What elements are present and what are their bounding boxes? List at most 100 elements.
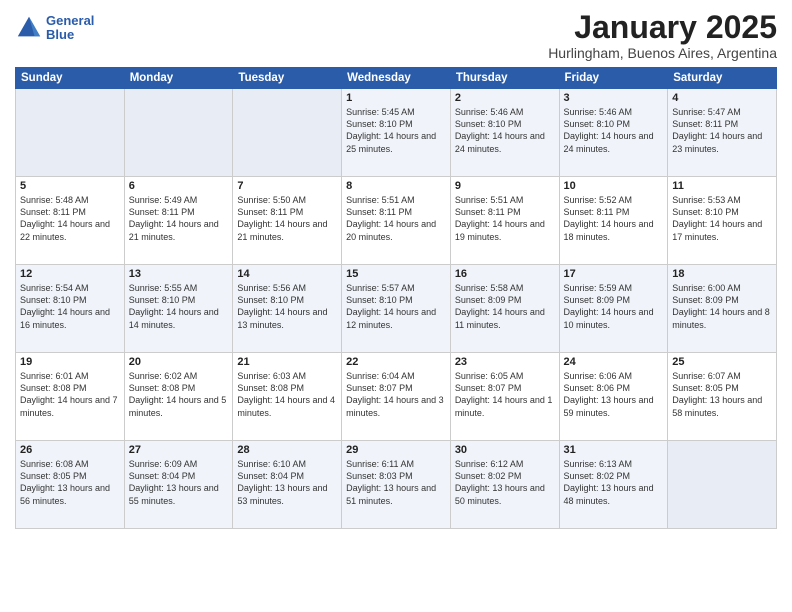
day-info: Sunrise: 5:57 AM Sunset: 8:10 PM Dayligh… [346,282,446,331]
day-number: 2 [455,92,555,104]
day-number: 23 [455,356,555,368]
day-number: 31 [564,444,664,456]
calendar-header-row: Sunday Monday Tuesday Wednesday Thursday… [16,68,777,89]
calendar-week-row: 5Sunrise: 5:48 AM Sunset: 8:11 PM Daylig… [16,177,777,265]
day-info: Sunrise: 6:11 AM Sunset: 8:03 PM Dayligh… [346,458,446,507]
day-number: 21 [237,356,337,368]
day-number: 27 [129,444,229,456]
table-row [16,89,125,177]
day-number: 1 [346,92,446,104]
table-row: 18Sunrise: 6:00 AM Sunset: 8:09 PM Dayli… [668,265,777,353]
day-number: 11 [672,180,772,192]
day-info: Sunrise: 5:55 AM Sunset: 8:10 PM Dayligh… [129,282,229,331]
header: General Blue January 2025 Hurlingham, Bu… [15,10,777,61]
day-number: 29 [346,444,446,456]
day-number: 22 [346,356,446,368]
table-row: 16Sunrise: 5:58 AM Sunset: 8:09 PM Dayli… [450,265,559,353]
table-row: 20 Sunrise: 6:02 AM Sunset: 8:08 PM Dayli… [124,353,233,441]
table-row: 3 Sunrise: 5:46 AM Sunset: 8:10 PM Daylig… [559,89,668,177]
calendar-week-row: 1 Sunrise: 5:45 AM Sunset: 8:10 PM Daylig… [16,89,777,177]
table-row: 2 Sunrise: 5:46 AM Sunset: 8:10 PM Daylig… [450,89,559,177]
logo-icon [15,14,43,42]
day-number: 30 [455,444,555,456]
table-row: 25 Sunrise: 6:07 AM Sunset: 8:05 PM Dayli… [668,353,777,441]
table-row: 29 Sunrise: 6:11 AM Sunset: 8:03 PM Dayli… [342,441,451,529]
table-row: 12 Sunrise: 5:54 AM Sunset: 8:10 PM Dayli… [16,265,125,353]
table-row: 6 Sunrise: 5:49 AM Sunset: 8:11 PM Daylig… [124,177,233,265]
month-year: January 2025 [548,10,777,45]
day-number: 10 [564,180,664,192]
day-info: Sunrise: 5:50 AM Sunset: 8:11 PM Dayligh… [237,194,337,243]
day-number: 9 [455,180,555,192]
day-number: 4 [672,92,772,104]
table-row: 8 Sunrise: 5:51 AM Sunset: 8:11 PM Daylig… [342,177,451,265]
calendar-week-row: 19 Sunrise: 6:01 AM Sunset: 8:08 PM Dayli… [16,353,777,441]
day-number: 20 [129,356,229,368]
day-info: Sunrise: 5:56 AM Sunset: 8:10 PM Dayligh… [237,282,337,331]
day-number: 6 [129,180,229,192]
day-info: Sunrise: 6:02 AM Sunset: 8:08 PM Dayligh… [129,370,229,419]
day-number: 13 [129,268,229,280]
table-row: 11 Sunrise: 5:53 AM Sunset: 8:10 PM Dayli… [668,177,777,265]
day-number: 14 [237,268,337,280]
table-row: 13 Sunrise: 5:55 AM Sunset: 8:10 PM Dayli… [124,265,233,353]
day-number: 3 [564,92,664,104]
table-row [233,89,342,177]
page: General Blue January 2025 Hurlingham, Bu… [0,0,792,612]
day-number: 18 [672,268,772,280]
table-row: 19 Sunrise: 6:01 AM Sunset: 8:08 PM Dayli… [16,353,125,441]
day-info: Sunrise: 6:07 AM Sunset: 8:05 PM Dayligh… [672,370,772,419]
table-row: 27 Sunrise: 6:09 AM Sunset: 8:04 PM Dayli… [124,441,233,529]
logo-line2: Blue [46,28,94,42]
day-info: Sunrise: 5:54 AM Sunset: 8:10 PM Dayligh… [20,282,120,331]
day-info: Sunrise: 5:48 AM Sunset: 8:11 PM Dayligh… [20,194,120,243]
table-row: 23Sunrise: 6:05 AM Sunset: 8:07 PM Dayli… [450,353,559,441]
day-number: 28 [237,444,337,456]
day-number: 16 [455,268,555,280]
day-info: Sunrise: 5:47 AM Sunset: 8:11 PM Dayligh… [672,106,772,155]
table-row: 17 Sunrise: 5:59 AM Sunset: 8:09 PM Dayli… [559,265,668,353]
day-info: Sunrise: 6:12 AM Sunset: 8:02 PM Dayligh… [455,458,555,507]
day-info: Sunrise: 5:51 AM Sunset: 8:11 PM Dayligh… [346,194,446,243]
col-thursday: Thursday [450,68,559,89]
day-info: Sunrise: 5:53 AM Sunset: 8:10 PM Dayligh… [672,194,772,243]
day-info: Sunrise: 5:45 AM Sunset: 8:10 PM Dayligh… [346,106,446,155]
calendar: Sunday Monday Tuesday Wednesday Thursday… [15,67,777,529]
table-row: 28 Sunrise: 6:10 AM Sunset: 8:04 PM Dayli… [233,441,342,529]
day-number: 7 [237,180,337,192]
day-number: 26 [20,444,120,456]
day-info: Sunrise: 6:10 AM Sunset: 8:04 PM Dayligh… [237,458,337,507]
logo-line1: General [46,14,94,28]
day-number: 12 [20,268,120,280]
day-number: 8 [346,180,446,192]
day-info: Sunrise: 6:01 AM Sunset: 8:08 PM Dayligh… [20,370,120,419]
day-info: Sunrise: 5:49 AM Sunset: 8:11 PM Dayligh… [129,194,229,243]
col-tuesday: Tuesday [233,68,342,89]
table-row [124,89,233,177]
col-sunday: Sunday [16,68,125,89]
day-info: Sunrise: 6:04 AM Sunset: 8:07 PM Dayligh… [346,370,446,419]
day-info: Sunrise: 5:46 AM Sunset: 8:10 PM Dayligh… [455,106,555,155]
col-friday: Friday [559,68,668,89]
day-info: Sunrise: 5:46 AM Sunset: 8:10 PM Dayligh… [564,106,664,155]
calendar-week-row: 26 Sunrise: 6:08 AM Sunset: 8:05 PM Dayli… [16,441,777,529]
calendar-week-row: 12 Sunrise: 5:54 AM Sunset: 8:10 PM Dayli… [16,265,777,353]
day-info: Sunrise: 6:09 AM Sunset: 8:04 PM Dayligh… [129,458,229,507]
day-info: Sunrise: 6:08 AM Sunset: 8:05 PM Dayligh… [20,458,120,507]
table-row [668,441,777,529]
table-row: 24Sunrise: 6:06 AM Sunset: 8:06 PM Dayli… [559,353,668,441]
day-info: Sunrise: 6:13 AM Sunset: 8:02 PM Dayligh… [564,458,664,507]
table-row: 30 Sunrise: 6:12 AM Sunset: 8:02 PM Dayli… [450,441,559,529]
table-row: 7 Sunrise: 5:50 AM Sunset: 8:11 PM Daylig… [233,177,342,265]
table-row: 31 Sunrise: 6:13 AM Sunset: 8:02 PM Dayli… [559,441,668,529]
day-number: 19 [20,356,120,368]
day-info: Sunrise: 5:59 AM Sunset: 8:09 PM Dayligh… [564,282,664,331]
day-number: 17 [564,268,664,280]
day-info: Sunrise: 5:52 AM Sunset: 8:11 PM Dayligh… [564,194,664,243]
day-number: 25 [672,356,772,368]
logo-text: General Blue [46,14,94,43]
col-wednesday: Wednesday [342,68,451,89]
title-block: January 2025 Hurlingham, Buenos Aires, A… [548,10,777,61]
col-saturday: Saturday [668,68,777,89]
day-info: Sunrise: 5:51 AM Sunset: 8:11 PM Dayligh… [455,194,555,243]
